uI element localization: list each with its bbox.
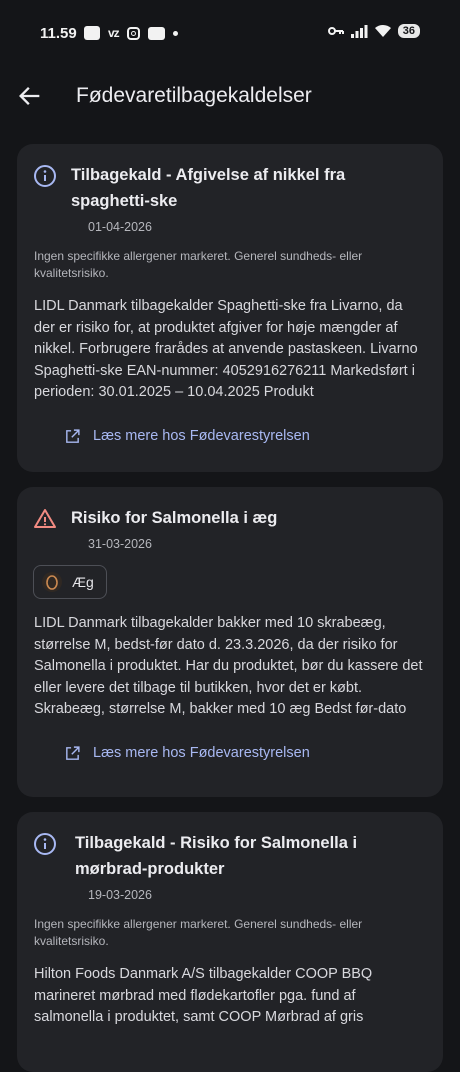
risk-note: Ingen specifikke allergener markeret. Ge… bbox=[34, 917, 363, 948]
recall-description: Hilton Foods Danmark A/S tilbagekalder C… bbox=[34, 966, 373, 1025]
app-bar: Fødevaretilbagekaldelser bbox=[0, 68, 460, 130]
allergen-chip: Æg bbox=[33, 565, 107, 599]
info-icon bbox=[34, 165, 56, 187]
recall-title: Tilbagekald - Afgivelse af nikkel fra sp… bbox=[71, 166, 346, 210]
recall-description: LIDL Danmark tilbagekalder Spaghetti-ske… bbox=[34, 298, 418, 400]
image-notification-icon bbox=[147, 26, 165, 40]
recall-date: 01-04-2026 bbox=[88, 220, 152, 234]
signal-icon bbox=[350, 25, 368, 38]
system-icons: 36 bbox=[327, 24, 420, 38]
back-arrow-icon[interactable] bbox=[16, 82, 44, 110]
carrier-icon: vz bbox=[108, 26, 120, 40]
recall-description: LIDL Danmark tilbagekalder bakker med 10… bbox=[34, 615, 423, 717]
instagram-icon bbox=[126, 26, 140, 40]
battery-indicator: 36 bbox=[397, 24, 420, 38]
recall-card[interactable]: Tilbagekald - Risiko for Salmonella i mø… bbox=[17, 812, 443, 1072]
read-more-label: Læs mere hos Fødevarestyrelsen bbox=[93, 428, 310, 444]
page-title: Fødevaretilbagekaldelser bbox=[76, 84, 312, 107]
warning-icon bbox=[34, 509, 56, 528]
recall-date: 19-03-2026 bbox=[88, 888, 152, 902]
recall-card[interactable]: Tilbagekald - Afgivelse af nikkel fra sp… bbox=[17, 144, 443, 472]
read-more-label: Læs mere hos Fødevarestyrelsen bbox=[93, 745, 310, 761]
app-notification-icon bbox=[84, 26, 100, 40]
recall-title: Tilbagekald - Risiko for Salmonella i mø… bbox=[75, 834, 358, 878]
read-more-link[interactable]: Læs mere hos Fødevarestyrelsen bbox=[64, 745, 423, 762]
risk-note: Ingen specifikke allergener markeret. Ge… bbox=[34, 249, 363, 280]
vpn-key-icon bbox=[327, 27, 344, 35]
more-notifications-dot bbox=[172, 30, 178, 36]
open-external-icon bbox=[66, 745, 80, 760]
wifi-icon bbox=[374, 24, 391, 37]
recall-title: Risiko for Salmonella i æg bbox=[71, 509, 278, 527]
read-more-link[interactable]: Læs mere hos Fødevarestyrelsen bbox=[64, 428, 423, 445]
recall-date: 31-03-2026 bbox=[88, 537, 152, 551]
egg-icon bbox=[42, 572, 62, 592]
info-icon bbox=[34, 833, 56, 855]
status-bar: 11.59 vz 36 bbox=[0, 0, 460, 68]
recall-card[interactable]: Risiko for Salmonella i æg 31-03-2026 Æg… bbox=[17, 487, 443, 797]
notification-icons: vz bbox=[84, 26, 178, 40]
open-external-icon bbox=[66, 428, 80, 443]
allergen-label: Æg bbox=[72, 574, 94, 590]
status-time: 11.59 bbox=[40, 25, 77, 42]
